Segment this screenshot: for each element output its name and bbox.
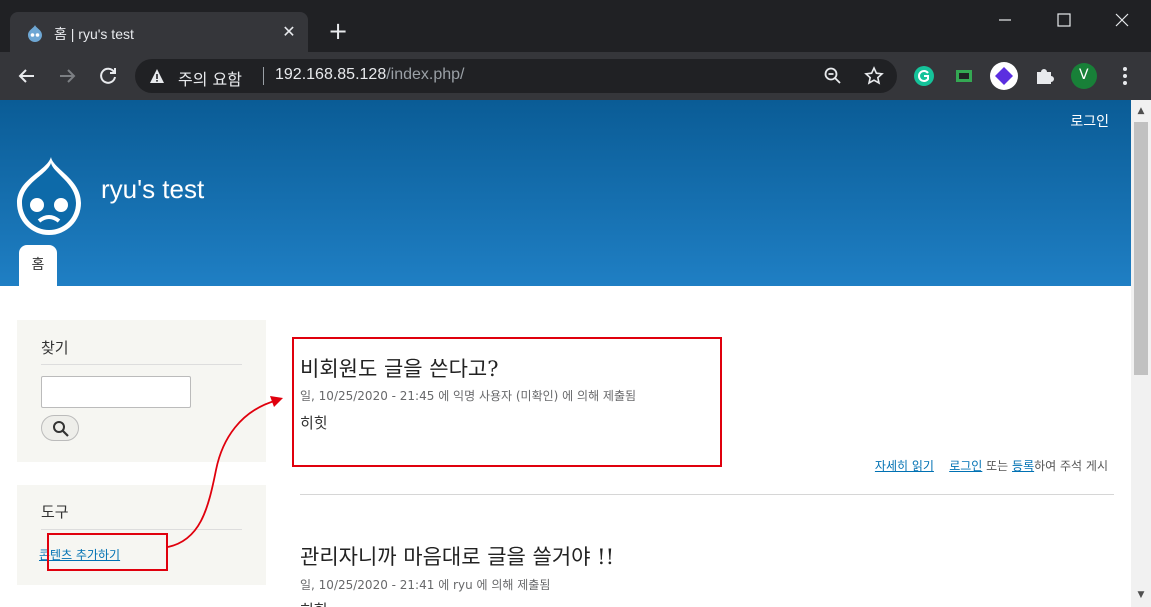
scroll-thumb[interactable] [1134,122,1148,375]
browser-tab[interactable]: 홈 | ryu's test ✕ [10,12,308,52]
annotation-box-add-content [47,533,168,571]
browser-tab-bar: 홈 | ryu's test ✕ + [0,0,1151,52]
maximize-icon[interactable] [1044,6,1084,34]
site-name[interactable]: ryu's test [101,174,204,205]
forward-icon[interactable] [55,64,79,88]
tools-block-title: 도구 [41,503,69,521]
read-more-link[interactable]: 자세히 읽기 [875,459,934,473]
url-host: 192.168.85.128 [275,66,387,83]
page-scrollbar[interactable]: ▲ ▼ [1131,100,1151,607]
article-title[interactable]: 관리자니까 마음대로 글을 쓸거야 !! [300,541,614,571]
page-viewport: 로그인 ryu's test 홈 찾기 도구 콘텐츠 추가하기 비회원도 글을 … [0,100,1131,607]
extensions-puzzle-icon[interactable] [1031,63,1057,89]
search-block-title: 찾기 [41,339,69,357]
scroll-up-icon[interactable]: ▲ [1136,106,1146,116]
back-icon[interactable] [15,64,39,88]
browser-toolbar: 주의 요함 192.168.85.128/index.php/ V [0,52,1151,100]
screen-extension-icon[interactable] [951,63,977,89]
search-button[interactable] [41,415,79,441]
scroll-down-icon[interactable]: ▼ [1136,590,1146,600]
search-icon [53,421,69,437]
article-title[interactable]: 비회원도 글을 쓴다고? [300,353,499,383]
article-body: 히힛 [300,599,328,607]
article-links: 자세히 읽기 로그인 또는 등록하여 주석 게시 [875,457,1108,474]
address-bar[interactable]: 주의 요함 192.168.85.128/index.php/ [135,59,897,93]
security-label: 주의 요함 [178,70,242,89]
browser-menu-icon[interactable] [1112,63,1138,89]
warning-icon [150,69,164,83]
site-header: 로그인 ryu's test 홈 [0,100,1131,286]
drupal-logo-icon[interactable] [15,155,83,235]
drupal-favicon-icon [28,25,42,42]
comment-login-link[interactable]: 로그인 [949,459,982,473]
or-text: 또는 [982,459,1013,473]
article-divider [300,494,1114,495]
layers-extension-icon[interactable] [989,61,1019,91]
header-login-link[interactable]: 로그인 [1070,111,1109,131]
url-path: /index.php/ [386,66,465,83]
omnibox-separator [263,67,264,85]
bookmark-star-icon[interactable] [864,66,884,86]
comment-suffix: 하여 주석 게시 [1034,459,1108,473]
window-close-icon[interactable] [1102,6,1142,34]
tab-home[interactable]: 홈 [19,245,57,286]
article-body: 히힛 [300,414,328,432]
minimize-icon[interactable] [985,6,1025,34]
article-meta: 일, 10/25/2020 - 21:45 에 익명 사용자 (미확인) 에 의… [300,389,637,403]
reload-icon[interactable] [96,64,120,88]
article-meta: 일, 10/25/2020 - 21:41 에 ryu 에 의해 제출됨 [300,578,551,592]
grammarly-icon[interactable] [911,63,937,89]
zoom-icon[interactable] [823,66,843,86]
profile-initial: V [1079,67,1089,83]
tab-close-icon[interactable]: ✕ [278,21,300,43]
block-divider [41,364,242,365]
register-link[interactable]: 등록 [1012,459,1034,473]
new-tab-button[interactable]: + [325,18,351,44]
url-text: 192.168.85.128/index.php/ [275,66,465,84]
tab-title: 홈 | ryu's test [54,26,134,42]
annotation-arrow [167,396,283,548]
